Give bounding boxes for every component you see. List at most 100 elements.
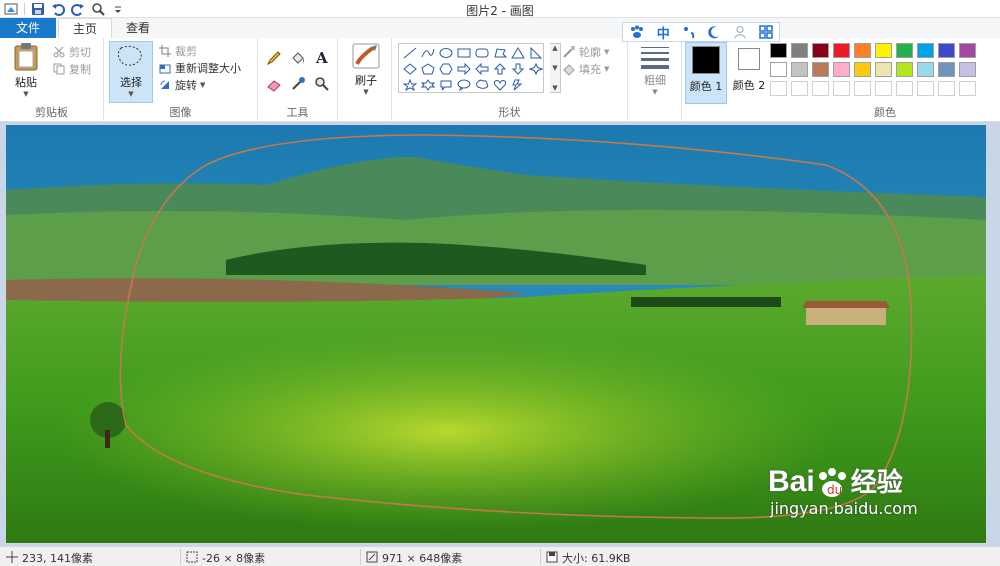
right-triangle-shape-icon[interactable] bbox=[527, 45, 545, 61]
palette-swatch[interactable] bbox=[917, 43, 934, 58]
polygon-shape-icon[interactable] bbox=[491, 45, 509, 61]
palette-swatch[interactable] bbox=[791, 43, 808, 58]
shapes-gallery-scroll[interactable]: ▲ ▼ ▼ bbox=[550, 43, 561, 93]
outline-button[interactable]: 轮廓 ▼ bbox=[562, 44, 609, 60]
palette-swatch[interactable] bbox=[917, 81, 934, 96]
select-dropdown-icon[interactable]: ▼ bbox=[128, 90, 133, 98]
color1-selector[interactable]: 颜色 1 bbox=[685, 42, 727, 104]
image-dimensions: 971 × 648像素 bbox=[366, 550, 462, 566]
palette-swatch[interactable] bbox=[854, 62, 871, 77]
brushes-dropdown-icon[interactable]: ▼ bbox=[363, 88, 368, 96]
rectangle-shape-icon[interactable] bbox=[455, 45, 473, 61]
right-arrow-shape-icon[interactable] bbox=[455, 61, 473, 77]
grid-icon[interactable] bbox=[759, 25, 773, 39]
oval-shape-icon[interactable] bbox=[437, 45, 455, 61]
palette-swatch[interactable] bbox=[938, 62, 955, 77]
palette-swatch[interactable] bbox=[770, 62, 787, 77]
six-point-star-shape-icon[interactable] bbox=[419, 77, 437, 93]
line-shape-icon[interactable] bbox=[401, 45, 419, 61]
copy-label: 复制 bbox=[69, 63, 91, 76]
scroll-up-icon[interactable]: ▲ bbox=[552, 44, 557, 52]
palette-swatch[interactable] bbox=[812, 62, 829, 77]
punctuation-icon[interactable] bbox=[682, 25, 696, 39]
palette-swatch[interactable] bbox=[896, 43, 913, 58]
text-icon[interactable]: A bbox=[314, 49, 330, 68]
paw-icon[interactable] bbox=[629, 25, 645, 39]
rounded-rectangle-shape-icon[interactable] bbox=[473, 45, 491, 61]
copy-button[interactable]: 复制 bbox=[52, 61, 91, 77]
color2-selector[interactable]: 颜色 2 bbox=[728, 42, 770, 104]
left-arrow-shape-icon[interactable] bbox=[473, 61, 491, 77]
oval-callout-shape-icon[interactable] bbox=[455, 77, 473, 93]
hexagon-shape-icon[interactable] bbox=[437, 61, 455, 77]
brushes-button[interactable]: 刷子 ▼ bbox=[346, 42, 386, 96]
four-point-star-shape-icon[interactable] bbox=[527, 61, 545, 77]
moon-icon[interactable] bbox=[707, 25, 721, 39]
expand-gallery-icon[interactable]: ▼ bbox=[552, 84, 557, 92]
palette-swatch[interactable] bbox=[791, 81, 808, 96]
status-separator bbox=[180, 549, 181, 565]
palette-swatch[interactable] bbox=[833, 62, 850, 77]
fill-dropdown-icon[interactable]: ▼ bbox=[604, 65, 609, 73]
palette-swatch[interactable] bbox=[896, 62, 913, 77]
palette-swatch[interactable] bbox=[854, 43, 871, 58]
cut-button[interactable]: 剪切 bbox=[52, 44, 91, 60]
shapes-group: ▲ ▼ ▼ 轮廓 ▼ 填充 ▼ 形状 bbox=[392, 38, 628, 122]
palette-swatch[interactable] bbox=[875, 81, 892, 96]
ribbon-tabs: 文件 主页 查看 bbox=[0, 18, 1000, 39]
palette-swatch[interactable] bbox=[770, 43, 787, 58]
select-button[interactable]: 选择 ▼ bbox=[109, 41, 153, 103]
curve-shape-icon[interactable] bbox=[419, 45, 437, 61]
diamond-shape-icon[interactable] bbox=[401, 61, 419, 77]
heart-shape-icon[interactable] bbox=[491, 77, 509, 93]
rounded-callout-shape-icon[interactable] bbox=[437, 77, 455, 93]
five-point-star-shape-icon[interactable] bbox=[401, 77, 419, 93]
tab-file[interactable]: 文件 bbox=[0, 18, 56, 38]
palette-swatch[interactable] bbox=[770, 81, 787, 96]
palette-swatch[interactable] bbox=[938, 43, 955, 58]
palette-swatch[interactable] bbox=[896, 81, 913, 96]
palette-swatch[interactable] bbox=[959, 81, 976, 96]
lightning-shape-icon[interactable] bbox=[509, 77, 527, 93]
resize-button[interactable]: 重新调整大小 bbox=[158, 60, 241, 76]
color-picker-icon[interactable] bbox=[290, 76, 306, 95]
cloud-callout-shape-icon[interactable] bbox=[473, 77, 491, 93]
palette-swatch[interactable] bbox=[812, 43, 829, 58]
palette-swatch[interactable] bbox=[959, 62, 976, 77]
palette-swatch[interactable] bbox=[791, 62, 808, 77]
ime-mode-indicator[interactable]: 中 bbox=[657, 23, 670, 42]
scroll-down-icon[interactable]: ▼ bbox=[552, 64, 557, 72]
palette-swatch[interactable] bbox=[917, 62, 934, 77]
crop-button[interactable]: 裁剪 bbox=[158, 43, 197, 59]
outline-dropdown-icon[interactable]: ▼ bbox=[604, 48, 609, 56]
pentagon-shape-icon[interactable] bbox=[419, 61, 437, 77]
fill-bucket-icon[interactable] bbox=[290, 50, 306, 69]
down-arrow-shape-icon[interactable] bbox=[509, 61, 527, 77]
user-icon[interactable] bbox=[733, 25, 747, 39]
magnifier-icon[interactable] bbox=[314, 76, 330, 95]
palette-swatch[interactable] bbox=[854, 81, 871, 96]
palette-swatch[interactable] bbox=[875, 43, 892, 58]
paste-button[interactable]: 粘贴 ▼ bbox=[8, 42, 44, 98]
cursor-position-text: 233, 141像素 bbox=[22, 552, 93, 565]
palette-swatch[interactable] bbox=[875, 62, 892, 77]
tab-view[interactable]: 查看 bbox=[112, 18, 164, 38]
rotate-dropdown-icon[interactable]: ▼ bbox=[200, 81, 205, 89]
size-button[interactable]: 粗细 ▼ bbox=[635, 44, 675, 96]
tab-home[interactable]: 主页 bbox=[58, 18, 113, 39]
paste-dropdown-icon[interactable]: ▼ bbox=[23, 90, 28, 98]
eraser-icon[interactable] bbox=[266, 76, 282, 95]
rotate-button[interactable]: 旋转 ▼ bbox=[158, 77, 205, 93]
palette-swatch[interactable] bbox=[959, 43, 976, 58]
palette-swatch[interactable] bbox=[812, 81, 829, 96]
size-dropdown-icon[interactable]: ▼ bbox=[652, 88, 657, 96]
image-group: 选择 ▼ 裁剪 重新调整大小 旋转 ▼ 图像 bbox=[104, 38, 258, 122]
up-arrow-shape-icon[interactable] bbox=[491, 61, 509, 77]
palette-swatch[interactable] bbox=[833, 43, 850, 58]
palette-swatch[interactable] bbox=[938, 81, 955, 96]
fill-button[interactable]: 填充 ▼ bbox=[562, 61, 609, 77]
outline-icon bbox=[562, 45, 576, 59]
triangle-shape-icon[interactable] bbox=[509, 45, 527, 61]
pencil-icon[interactable] bbox=[266, 50, 282, 69]
palette-swatch[interactable] bbox=[833, 81, 850, 96]
